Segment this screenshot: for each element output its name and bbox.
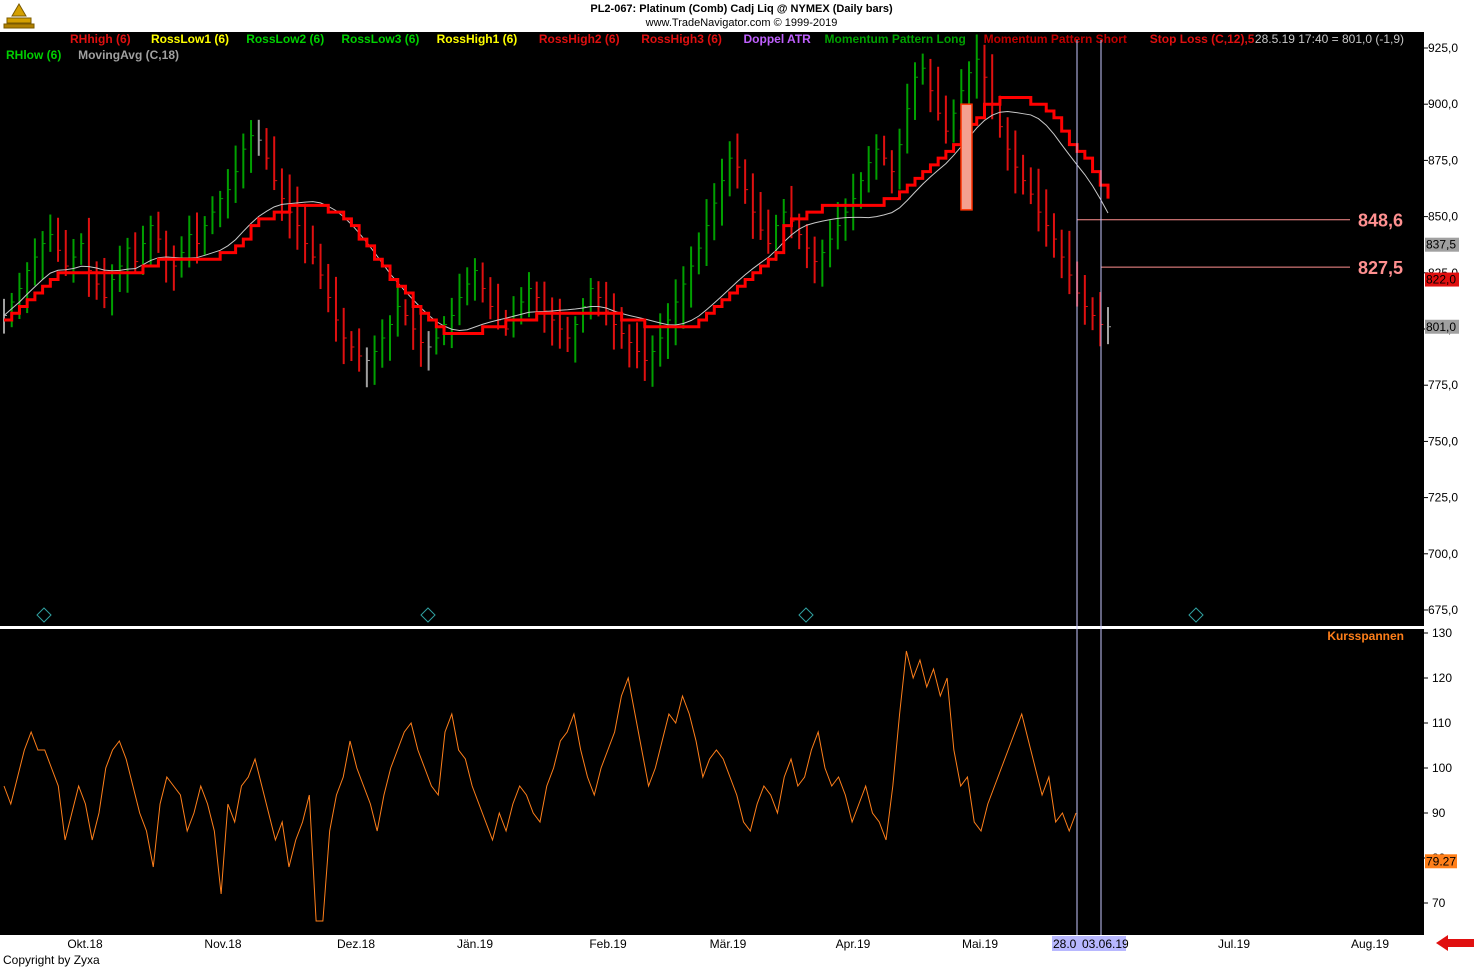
price-badge-label: 801,0 (1426, 320, 1456, 334)
range-tick-label: 90 (1432, 806, 1446, 820)
copyright-text: Copyright by Zyxa (3, 953, 100, 967)
main-plot-area (0, 32, 1424, 626)
price-level-label: 848,6 (1358, 211, 1403, 231)
time-tick-label: Jän.19 (457, 937, 493, 951)
time-tick-label: Mär.19 (710, 937, 747, 951)
price-badge-label: 822,0 (1426, 273, 1456, 287)
price-tick-label: 775,0 (1428, 378, 1458, 392)
legend-item: RHlow (6) (6, 48, 61, 62)
cursor-date-1: 28.0 (1053, 937, 1077, 951)
range-tick-label: 70 (1432, 896, 1446, 910)
legend-item: RHhigh (6) (70, 32, 131, 46)
highlight-candle (960, 103, 973, 211)
range-tick-label: 110 (1432, 716, 1451, 730)
legend-item: Momentum Pattern Short (984, 32, 1127, 46)
time-tick-label: Feb.19 (589, 937, 627, 951)
legend-item: Stop Loss (C,12),5 (1150, 32, 1255, 46)
time-tick-label: Apr.19 (836, 937, 871, 951)
legend-item: RossLow2 (6) (246, 32, 324, 46)
price-level-label: 827,5 (1358, 258, 1403, 278)
legend-item: RossHigh3 (6) (641, 32, 722, 46)
price-tick-label: 850,0 (1428, 210, 1458, 224)
panel-divider (0, 626, 1424, 629)
range-tick-label: 100 (1432, 761, 1452, 775)
time-tick-label: Dez.18 (337, 937, 375, 951)
price-badge-label: 837,5 (1426, 238, 1456, 252)
price-tick-label: 725,0 (1428, 491, 1458, 505)
range-plot-area (0, 629, 1424, 935)
price-tick-label: 675,0 (1428, 603, 1458, 617)
range-tick-label: 120 (1432, 671, 1452, 685)
price-chart: 848,6 827,5 Kursspannen 925,0 900,0 875,0 85… (0, 32, 1483, 969)
range-tick-label: 130 (1432, 626, 1452, 640)
legend-item: Doppel ATR (744, 32, 812, 46)
time-tick-label: Jul.19 (1218, 937, 1250, 951)
price-tick-label: 925,0 (1428, 41, 1458, 55)
time-tick-label: Okt.18 (67, 937, 103, 951)
last-price-readout: 28.5.19 17:40 = 801,0 (-1,9) (1255, 32, 1404, 46)
price-tick-label: 900,0 (1428, 97, 1458, 111)
legend-item: RossLow3 (6) (341, 32, 419, 46)
legend-item: RossLow1 (6) (151, 32, 229, 46)
price-tick-label: 875,0 (1428, 153, 1458, 167)
price-tick-label: 700,0 (1428, 547, 1458, 561)
legend-item: RossHigh1 (6) (437, 32, 518, 46)
legend-item: Momentum Pattern Long (825, 32, 966, 46)
cursor-date-2: 03.06.19 (1082, 937, 1129, 951)
time-tick-label: Nov.18 (204, 937, 241, 951)
price-tick-label: 750,0 (1428, 434, 1458, 448)
range-series-name: Kursspannen (1327, 629, 1404, 643)
time-tick-label: Aug.19 (1351, 937, 1389, 951)
legend-item: RossHigh2 (6) (539, 32, 620, 46)
time-tick-label: Mai.19 (962, 937, 998, 951)
legend-item: MovingAvg (C,18) (78, 48, 179, 62)
range-last-label: 79.27 (1426, 854, 1456, 868)
